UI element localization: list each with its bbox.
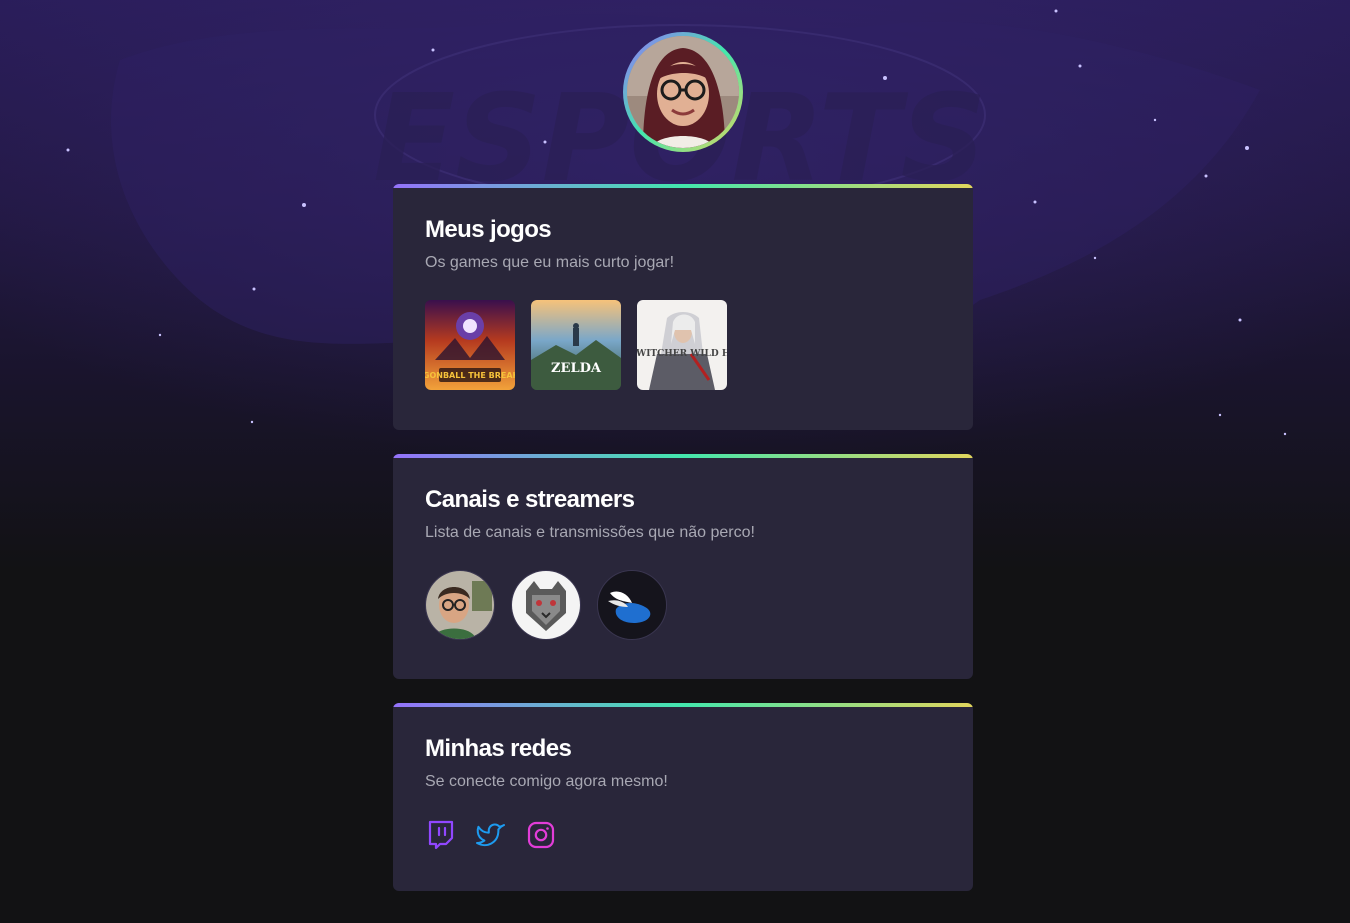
channels-list (425, 570, 667, 640)
games-card: Meus jogos Os games que eu mais curto jo… (393, 184, 973, 430)
instagram-icon[interactable] (525, 819, 557, 851)
page-content: Meus jogos Os games que eu mais curto jo… (0, 0, 1350, 923)
winged-shoe-logo-avatar[interactable] (597, 570, 667, 640)
channels-title: Canais e streamers (425, 486, 635, 513)
zelda-game-cover[interactable]: ZELDA (531, 300, 621, 390)
social-card: Minhas redes Se conecte comigo agora mes… (393, 703, 973, 891)
games-list: DRAGONBALL THE BREAKERS (425, 300, 727, 390)
channels-subtitle: Lista de canais e transmissões que não p… (425, 524, 755, 541)
witcher-game-cover[interactable]: THE WITCHER WILD HUNT (637, 300, 727, 390)
social-links (425, 819, 557, 851)
tiger-logo-avatar[interactable] (511, 570, 581, 640)
social-title: Minhas redes (425, 735, 572, 762)
svg-text:THE WITCHER WILD HUNT: THE WITCHER WILD HUNT (637, 349, 727, 359)
svg-text:DRAGONBALL THE BREAKERS: DRAGONBALL THE BREAKERS (425, 371, 515, 380)
games-subtitle: Os games que eu mais curto jogar! (425, 254, 675, 271)
svg-text:ZELDA: ZELDA (551, 361, 602, 376)
twitch-icon[interactable] (425, 819, 457, 851)
twitter-icon[interactable] (475, 819, 507, 851)
social-subtitle: Se conecte comigo agora mesmo! (425, 773, 668, 790)
games-title: Meus jogos (425, 216, 552, 243)
streamer-boy-avatar[interactable] (425, 570, 495, 640)
profile-avatar (623, 32, 743, 152)
profile-photo (627, 36, 739, 148)
dragonball-game-cover[interactable]: DRAGONBALL THE BREAKERS (425, 300, 515, 390)
channels-card: Canais e streamers Lista de canais e tra… (393, 454, 973, 679)
